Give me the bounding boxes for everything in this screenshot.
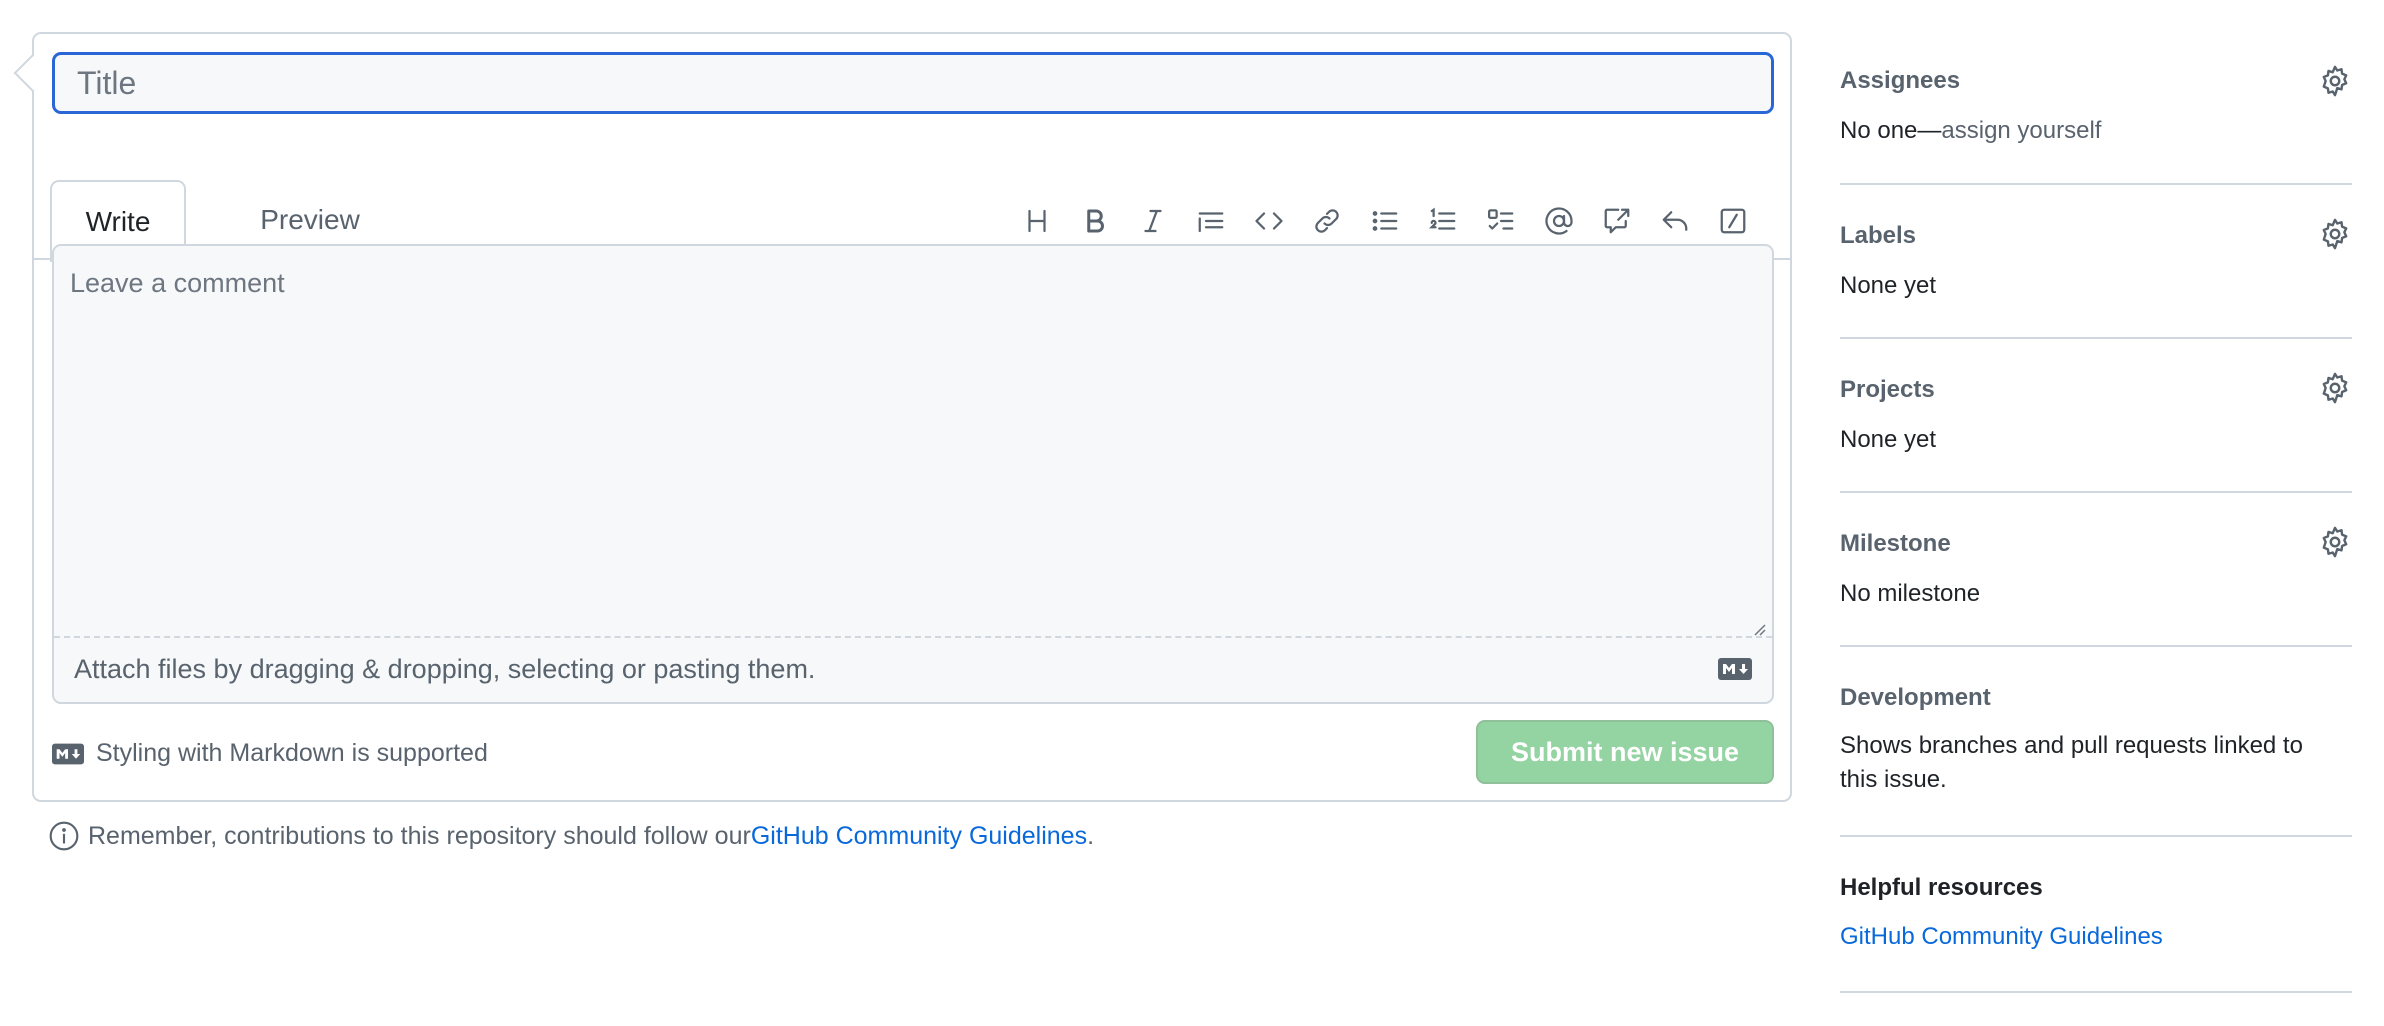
markdown-icon — [52, 743, 84, 764]
task-list-button[interactable] — [1478, 198, 1524, 244]
slash-command-button[interactable] — [1710, 198, 1756, 244]
markdown-note-text: Styling with Markdown is supported — [96, 739, 488, 767]
gear-icon — [2322, 526, 2348, 558]
issue-sidebar: Assignees No one—assign yourself Labels … — [1840, 30, 2352, 993]
gear-icon — [2322, 372, 2348, 404]
comment-box: Attach files by dragging & dropping, sel… — [52, 244, 1774, 704]
mention-icon — [1545, 207, 1573, 235]
gear-icon — [2322, 218, 2348, 250]
development-value: Shows branches and pull requests linked … — [1840, 732, 2303, 793]
editor-tabs-row: Write Preview — [34, 146, 1790, 262]
guidelines-suffix: . — [1087, 821, 1095, 850]
helpful-resources-heading: Helpful resources — [1840, 874, 2043, 901]
milestone-value: No milestone — [1840, 580, 1981, 607]
sidebar-labels: Labels None yet — [1840, 185, 2352, 339]
projects-value: None yet — [1840, 426, 1937, 453]
quote-button[interactable] — [1188, 198, 1234, 244]
markdown-icon — [1718, 658, 1752, 680]
info-icon — [49, 821, 79, 851]
cross-reference-icon — [1604, 208, 1630, 234]
reply-icon — [1662, 211, 1688, 231]
assignees-none-text: No one— — [1840, 117, 1942, 144]
markdown-supported-note: Styling with Markdown is supported — [52, 739, 488, 768]
milestone-heading: Milestone — [1840, 530, 1951, 557]
assignees-value: No one—assign yourself — [1840, 114, 2101, 148]
ordered-list-button[interactable] — [1420, 198, 1466, 244]
markdown-toolbar — [1014, 194, 1768, 248]
mention-button[interactable] — [1536, 198, 1582, 244]
unordered-list-icon — [1372, 211, 1398, 231]
sidebar-helpful-resources: Helpful resources GitHub Community Guide… — [1840, 837, 2352, 993]
bold-icon — [1087, 209, 1104, 233]
guidelines-prefix: Remember, contributions to this reposito… — [88, 821, 751, 850]
projects-settings-button[interactable] — [2318, 371, 2352, 405]
development-heading: Development — [1840, 684, 1991, 711]
projects-heading: Projects — [1840, 376, 1935, 403]
labels-heading: Labels — [1840, 222, 1917, 249]
link-icon — [1315, 209, 1339, 233]
unordered-list-button[interactable] — [1362, 198, 1408, 244]
sidebar-guidelines-link[interactable]: GitHub Community Guidelines — [1840, 923, 2163, 951]
title-input[interactable] — [52, 52, 1774, 114]
community-guidelines-link[interactable]: GitHub Community Guidelines — [751, 822, 1087, 851]
milestone-settings-button[interactable] — [2318, 525, 2352, 559]
link-button[interactable] — [1304, 198, 1350, 244]
ordered-list-icon — [1429, 207, 1456, 230]
saved-reply-button[interactable] — [1652, 198, 1698, 244]
new-issue-form: Write Preview — [13, 32, 1792, 802]
sidebar-assignees: Assignees No one—assign yourself — [1840, 30, 2352, 185]
attach-files-text: Attach files by dragging & dropping, sel… — [74, 654, 816, 684]
slash-command-icon — [1720, 208, 1746, 234]
italic-button[interactable] — [1130, 198, 1176, 244]
submit-new-issue-button[interactable]: Submit new issue — [1476, 720, 1774, 784]
attach-files-bar[interactable]: Attach files by dragging & dropping, sel… — [54, 636, 1772, 702]
sidebar-projects: Projects None yet — [1840, 339, 2352, 493]
sidebar-development: Development Shows branches and pull requ… — [1840, 647, 2352, 837]
comment-textarea[interactable] — [54, 246, 1772, 636]
code-button[interactable] — [1246, 198, 1292, 244]
labels-settings-button[interactable] — [2318, 217, 2352, 251]
code-icon — [1255, 212, 1283, 230]
bold-button[interactable] — [1072, 198, 1118, 244]
gear-icon — [2322, 65, 2348, 97]
assignees-settings-button[interactable] — [2318, 64, 2352, 98]
cross-reference-button[interactable] — [1594, 198, 1640, 244]
task-list-icon — [1488, 209, 1514, 230]
resize-grip-icon[interactable] — [1750, 620, 1766, 636]
quote-icon — [1198, 212, 1224, 233]
heading-icon — [1028, 209, 1046, 233]
heading-button[interactable] — [1014, 198, 1060, 244]
avatar-pointer-caret — [13, 54, 51, 92]
contribution-guidelines-note: Remember, contributions to this reposito… — [48, 820, 1094, 852]
sidebar-milestone: Milestone No milestone — [1840, 493, 2352, 647]
assignees-heading: Assignees — [1840, 67, 1961, 94]
italic-icon — [1144, 209, 1162, 233]
assign-yourself-link[interactable]: assign yourself — [1941, 117, 2101, 144]
labels-value: None yet — [1840, 272, 1937, 299]
